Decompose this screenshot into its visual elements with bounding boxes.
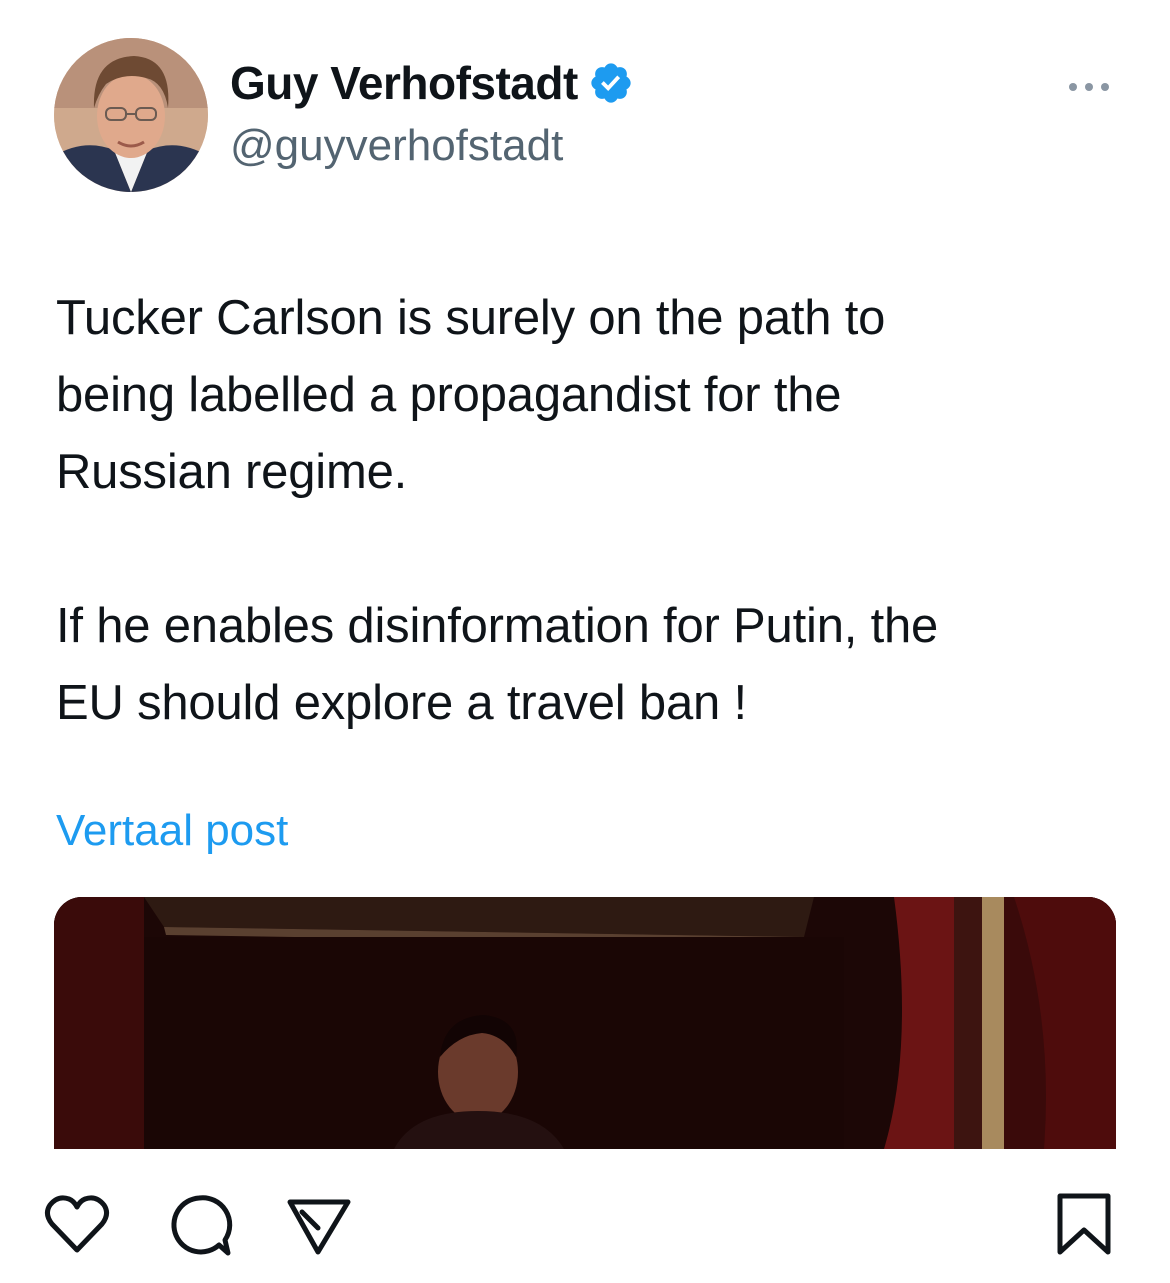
post-action-bar: [0, 1180, 1170, 1260]
comment-icon[interactable]: [164, 1190, 234, 1260]
post-paragraph: If he enables disinformation for Putin, …: [56, 599, 939, 730]
heart-icon[interactable]: [42, 1190, 112, 1260]
translate-post-link[interactable]: Vertaal post: [56, 806, 288, 856]
display-name[interactable]: Guy Verhofstadt: [230, 56, 578, 110]
post-media[interactable]: [54, 897, 1116, 1149]
verified-badge-icon: [588, 60, 634, 106]
more-options-icon[interactable]: [1066, 80, 1112, 94]
send-icon[interactable]: [284, 1190, 354, 1260]
post-screenshot: Guy Verhofstadt @guyverhofstadt Tucker C…: [0, 0, 1170, 1283]
profile-photo: [54, 38, 208, 192]
avatar[interactable]: [54, 38, 208, 192]
post-text: Tucker Carlson is surely on the path to …: [56, 280, 1136, 742]
bookmark-icon[interactable]: [1050, 1190, 1120, 1260]
post-paragraph: Tucker Carlson is surely on the path to …: [56, 291, 886, 499]
user-handle[interactable]: @guyverhofstadt: [230, 121, 563, 171]
display-name-row: Guy Verhofstadt: [230, 56, 634, 110]
embedded-photo: [54, 897, 1116, 1149]
